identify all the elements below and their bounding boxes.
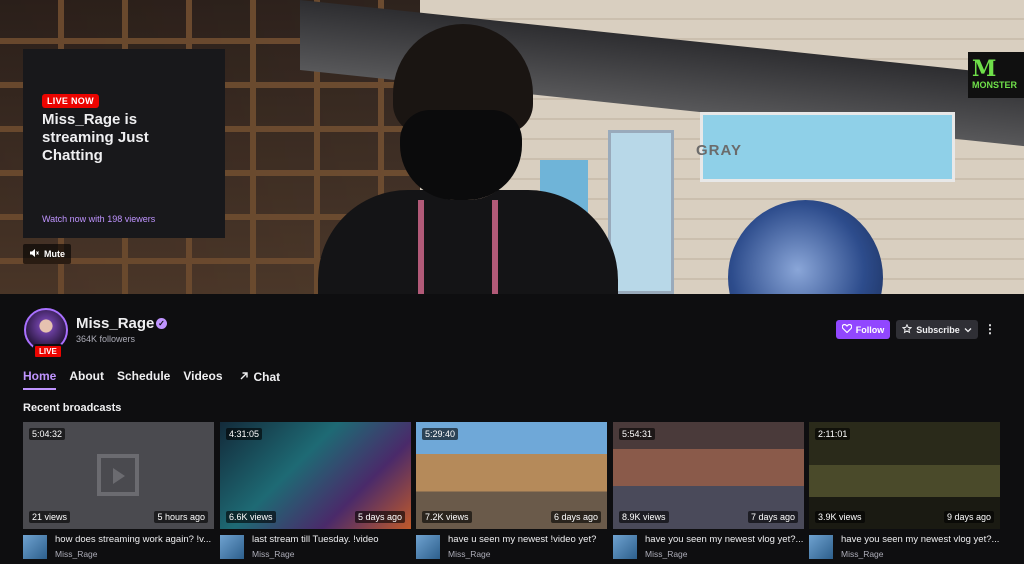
- channel-thumb[interactable]: [23, 535, 47, 559]
- tab-home[interactable]: Home: [23, 369, 57, 390]
- star-icon: [902, 323, 913, 336]
- video-title[interactable]: have you seen my newest vlog yet?...: [645, 534, 804, 545]
- subscribe-label: Subscribe: [916, 324, 960, 335]
- channel-tabs: Home About Schedule Videos Chat: [23, 369, 280, 390]
- list-item[interactable]: 5:04:32 21 views 5 hours ago how does st…: [23, 422, 214, 564]
- tab-chat[interactable]: Chat: [239, 369, 281, 390]
- channel-thumb[interactable]: [613, 535, 637, 559]
- speaker-icon: [29, 248, 39, 260]
- more-options-icon[interactable]: ⋮: [984, 320, 996, 339]
- views-badge: 3.9K views: [815, 511, 865, 523]
- streamer-figure: [318, 20, 618, 294]
- list-item[interactable]: 2:11:01 3.9K views 9 days ago have you s…: [809, 422, 1000, 564]
- views-badge: 7.2K views: [422, 511, 472, 523]
- video-thumbnail[interactable]: 5:29:40 7.2K views 6 days ago: [416, 422, 607, 529]
- tab-about[interactable]: About: [69, 369, 104, 390]
- views-badge: 21 views: [29, 511, 71, 523]
- chevron-down-icon: [964, 325, 972, 335]
- verified-icon: ✓: [156, 318, 167, 329]
- channel-thumb[interactable]: [220, 535, 244, 559]
- video-title[interactable]: how does streaming work again? !v...: [55, 534, 214, 545]
- views-badge: 6.6K views: [226, 511, 276, 523]
- video-thumbnail[interactable]: 2:11:01 3.9K views 9 days ago: [809, 422, 1000, 529]
- age-badge: 7 days ago: [747, 511, 798, 523]
- list-item[interactable]: 4:31:05 6.6K views 5 days ago last strea…: [220, 422, 411, 564]
- follow-button[interactable]: Follow: [836, 320, 890, 339]
- list-item[interactable]: 5:29:40 7.2K views 6 days ago have u see…: [416, 422, 607, 564]
- duration-badge: 2:11:01: [815, 428, 851, 440]
- age-badge: 5 hours ago: [154, 511, 208, 523]
- duration-badge: 5:29:40: [422, 428, 459, 440]
- recent-broadcasts-heading: Recent broadcasts: [23, 402, 122, 414]
- avatar-live-badge: LIVE: [33, 344, 63, 359]
- mute-button[interactable]: Mute: [23, 244, 71, 264]
- video-thumbnail[interactable]: 5:04:32 21 views 5 hours ago: [23, 422, 214, 529]
- tab-chat-label: Chat: [253, 370, 281, 384]
- heart-icon: [841, 323, 853, 335]
- sponsor-logo: M MONSTER: [968, 52, 1024, 98]
- views-badge: 8.9K views: [619, 511, 669, 523]
- duration-badge: 5:04:32: [29, 428, 66, 440]
- list-item[interactable]: 5:54:31 8.9K views 7 days ago have you s…: [613, 422, 804, 564]
- video-title[interactable]: have you seen my newest vlog yet?...: [841, 534, 1000, 545]
- live-stream-title[interactable]: Miss_Rage is streaming Just Chatting: [42, 111, 212, 165]
- channel-thumb[interactable]: [809, 535, 833, 559]
- video-thumbnail[interactable]: 4:31:05 6.6K views 5 days ago: [220, 422, 411, 529]
- age-badge: 9 days ago: [943, 511, 994, 523]
- follower-count: 364K followers: [76, 334, 136, 344]
- video-thumbnail[interactable]: 5:54:31 8.9K views 7 days ago: [613, 422, 804, 529]
- channel-name[interactable]: Miss_Rage: [76, 315, 154, 332]
- video-title[interactable]: last stream till Tuesday. !video: [252, 534, 411, 545]
- tab-videos[interactable]: Videos: [183, 369, 222, 390]
- duration-badge: 4:31:05: [226, 428, 263, 440]
- follow-label: Follow: [855, 324, 885, 335]
- tab-schedule[interactable]: Schedule: [117, 369, 170, 390]
- duration-badge: 5:54:31: [619, 428, 656, 440]
- age-badge: 5 days ago: [354, 511, 405, 523]
- arrow-up-right-icon: [239, 370, 249, 384]
- background-sign: GRAY: [696, 142, 742, 159]
- mute-label: Mute: [44, 249, 65, 259]
- watch-now-link[interactable]: Watch now with 198 viewers: [42, 214, 155, 224]
- live-now-badge: LIVE NOW: [42, 94, 99, 108]
- subscribe-button[interactable]: Subscribe: [896, 320, 978, 339]
- video-title[interactable]: have u seen my newest !video yet?: [448, 534, 607, 545]
- age-badge: 6 days ago: [550, 511, 601, 523]
- channel-thumb[interactable]: [416, 535, 440, 559]
- video-placeholder-icon: [97, 454, 139, 496]
